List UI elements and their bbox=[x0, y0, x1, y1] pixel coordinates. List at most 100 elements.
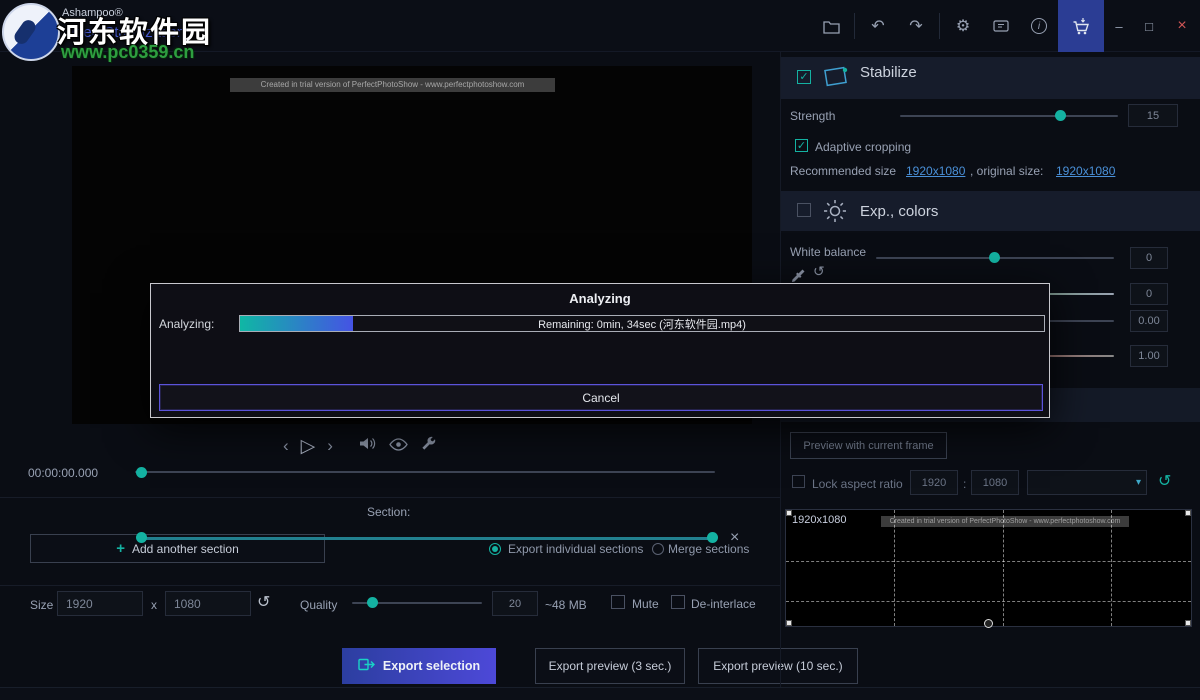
analyzing-dialog: Analyzing Analyzing: Remaining: 0min, 34… bbox=[150, 283, 1050, 418]
aspect-height-value[interactable]: 1080 bbox=[971, 470, 1019, 495]
strength-track[interactable] bbox=[900, 115, 1118, 117]
sun-icon bbox=[823, 199, 847, 228]
export-selection-label: Export selection bbox=[383, 659, 480, 673]
section-label: Section: bbox=[367, 505, 410, 519]
merge-sections-radio[interactable] bbox=[652, 543, 664, 555]
folder-icon bbox=[823, 19, 840, 34]
volume-button[interactable] bbox=[359, 433, 377, 459]
mute-label: Mute bbox=[632, 597, 659, 611]
minimize-button[interactable]: – bbox=[1104, 0, 1134, 52]
original-size-link[interactable]: 1920x1080 bbox=[1056, 164, 1115, 178]
deinterlace-checkbox[interactable] bbox=[671, 595, 685, 609]
stabilize-checkbox[interactable]: ✓ bbox=[797, 70, 811, 84]
cancel-button[interactable]: Cancel bbox=[159, 384, 1043, 411]
settings-button[interactable]: ⚙ bbox=[944, 0, 982, 52]
strength-label: Strength bbox=[790, 109, 835, 123]
mute-checkbox[interactable] bbox=[611, 595, 625, 609]
tools-button[interactable] bbox=[420, 433, 436, 459]
section-start-handle[interactable] bbox=[136, 532, 147, 543]
merge-sections-label: Merge sections bbox=[668, 542, 749, 556]
export-preview-10s-button[interactable]: Export preview (10 sec.) bbox=[698, 648, 858, 684]
grid-line bbox=[786, 561, 1191, 562]
redo-button[interactable]: ↷ bbox=[897, 0, 935, 52]
thumb-trial-watermark: Created in trial version of PerfectPhoto… bbox=[881, 516, 1129, 527]
reset-crop-icon[interactable]: ↺ bbox=[1158, 471, 1171, 491]
export-icon bbox=[358, 657, 375, 675]
watermark-url: www.pc0359.cn bbox=[61, 42, 194, 63]
grid-line bbox=[1111, 510, 1112, 626]
maximize-button[interactable]: □ bbox=[1134, 0, 1164, 52]
export-selection-button[interactable]: Export selection bbox=[342, 648, 496, 684]
width-input[interactable] bbox=[57, 591, 143, 616]
quality-value[interactable]: 20 bbox=[492, 591, 538, 616]
feedback-icon bbox=[993, 19, 1009, 34]
grid-line bbox=[1003, 510, 1004, 626]
filesize-estimate: ~48 MB bbox=[545, 598, 587, 612]
next-frame-button[interactable]: › bbox=[327, 433, 333, 459]
open-folder-button[interactable] bbox=[812, 0, 850, 52]
quality-handle[interactable] bbox=[367, 597, 378, 608]
export-individual-label: Export individual sections bbox=[508, 542, 643, 556]
progress-bar: Remaining: 0min, 34sec (河东软件园.mp4) bbox=[239, 315, 1045, 332]
preview-toggle-button[interactable] bbox=[389, 433, 408, 459]
gamma-value[interactable]: 1.00 bbox=[1130, 345, 1168, 367]
strength-handle[interactable] bbox=[1055, 110, 1066, 121]
crop-handle-tr[interactable] bbox=[1185, 510, 1191, 516]
crop-handle-br[interactable] bbox=[1185, 620, 1191, 626]
lock-aspect-checkbox[interactable] bbox=[792, 475, 805, 488]
recommended-size-label: Recommended size bbox=[790, 164, 896, 178]
titlebar-actions: ↶ ↷ ⚙ i – □ × bbox=[812, 0, 1200, 52]
analyzing-label: Analyzing: bbox=[159, 317, 214, 331]
separator bbox=[0, 585, 780, 586]
buy-button[interactable] bbox=[1058, 0, 1104, 52]
stabilize-icon bbox=[822, 65, 850, 94]
height-input[interactable] bbox=[165, 591, 251, 616]
reset-white-balance-icon[interactable]: ↺ bbox=[813, 263, 825, 280]
reset-size-icon[interactable]: ↺ bbox=[257, 592, 270, 612]
remaining-time: Remaining: 0min, 34sec (河东软件园.mp4) bbox=[240, 316, 1044, 331]
titlebar-separator bbox=[854, 13, 855, 39]
feedback-button[interactable] bbox=[982, 0, 1020, 52]
exp-colors-checkbox[interactable] bbox=[797, 203, 811, 217]
previous-frame-button[interactable]: ‹ bbox=[283, 433, 289, 459]
wrench-icon bbox=[420, 436, 436, 457]
crop-preview[interactable]: Created in trial version of PerfectPhoto… bbox=[785, 509, 1192, 627]
footer-strip bbox=[0, 687, 1200, 700]
quality-label: Quality bbox=[300, 598, 337, 612]
exposure-value[interactable]: 0.00 bbox=[1130, 310, 1168, 332]
aspect-colon: : bbox=[963, 477, 966, 491]
speaker-icon bbox=[359, 436, 377, 456]
play-button[interactable]: ▷ bbox=[301, 433, 316, 459]
size-label: Size bbox=[30, 598, 53, 612]
timeline-handle[interactable] bbox=[136, 467, 147, 478]
watermark-logo-icon bbox=[2, 3, 60, 61]
export-individual-radio[interactable] bbox=[489, 543, 501, 555]
aspect-preset-dropdown[interactable]: ▾ bbox=[1027, 470, 1147, 495]
tint-value[interactable]: 0 bbox=[1130, 283, 1168, 305]
crop-handle-tl[interactable] bbox=[786, 510, 792, 516]
crop-handle-bl[interactable] bbox=[786, 620, 792, 626]
adaptive-cropping-label: Adaptive cropping bbox=[815, 140, 911, 154]
white-balance-label: White balance bbox=[790, 245, 866, 259]
undo-button[interactable]: ↶ bbox=[859, 0, 897, 52]
separator bbox=[0, 497, 780, 498]
recommended-size-link[interactable]: 1920x1080 bbox=[906, 164, 965, 178]
export-preview-3s-button[interactable]: Export preview (3 sec.) bbox=[535, 648, 685, 684]
crop-size-label: 1920x1080 bbox=[792, 514, 846, 526]
aspect-width-value[interactable]: 1920 bbox=[910, 470, 958, 495]
crop-handle-bottom[interactable] bbox=[984, 619, 993, 628]
section-range-track[interactable] bbox=[142, 537, 713, 540]
trial-watermark: Created in trial version of PerfectPhoto… bbox=[230, 78, 555, 92]
chevron-down-icon: ▾ bbox=[1136, 477, 1141, 488]
section-end-handle[interactable] bbox=[707, 532, 718, 543]
strength-value[interactable]: 15 bbox=[1128, 104, 1178, 127]
close-button[interactable]: × bbox=[1164, 0, 1200, 52]
white-balance-value[interactable]: 0 bbox=[1130, 247, 1168, 269]
info-button[interactable]: i bbox=[1020, 0, 1058, 52]
preview-current-frame-button[interactable]: Preview with current frame bbox=[790, 432, 947, 459]
dialog-title: Analyzing bbox=[151, 291, 1049, 306]
gear-icon: ⚙ bbox=[956, 16, 970, 36]
white-balance-handle[interactable] bbox=[989, 252, 1000, 263]
timeline-track[interactable] bbox=[135, 471, 715, 473]
adaptive-cropping-checkbox[interactable]: ✓ bbox=[795, 139, 808, 152]
